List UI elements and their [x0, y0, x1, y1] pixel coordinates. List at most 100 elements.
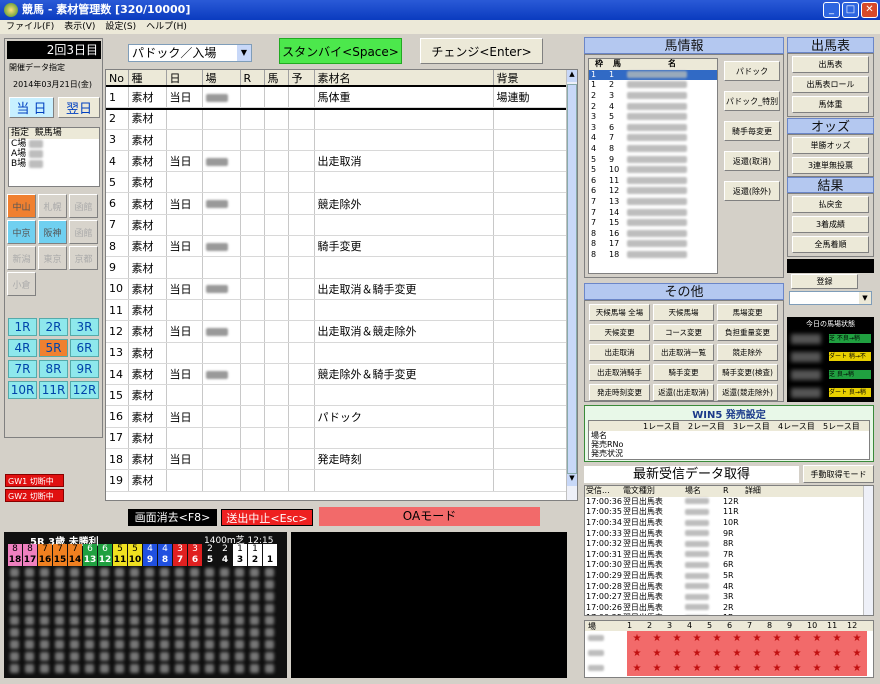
- grid-star-cell[interactable]: ★: [787, 631, 807, 646]
- venue-button[interactable]: 札幌: [38, 194, 67, 218]
- horse-row[interactable]: 59: [589, 154, 717, 165]
- refund-cancel-button[interactable]: 返還(取消): [724, 151, 780, 171]
- entry-roll-button[interactable]: 出馬表ロール: [792, 76, 869, 93]
- scroll-up-icon[interactable]: ▲: [567, 70, 577, 82]
- menu-help[interactable]: ヘルプ(H): [146, 20, 187, 34]
- received-row[interactable]: 17:00:34 翌日出馬表 10R: [585, 518, 863, 529]
- received-row[interactable]: 17:00:30 翌日出馬表 6R: [585, 560, 863, 571]
- grid-star-cell[interactable]: ★: [847, 631, 867, 646]
- table-row[interactable]: 2 素材: [106, 107, 569, 130]
- venue-row[interactable]: A場: [11, 149, 99, 159]
- race-button-6R[interactable]: 6R: [70, 339, 99, 357]
- venue-row[interactable]: C場: [11, 139, 99, 149]
- race-button-5R[interactable]: 5R: [39, 339, 68, 357]
- venue-button[interactable]: 中京: [7, 220, 36, 244]
- column-header[interactable]: No: [106, 70, 129, 87]
- received-row[interactable]: 17:00:32 翌日出馬表 8R: [585, 539, 863, 550]
- horse-row[interactable]: 5 10: [589, 165, 717, 176]
- horse-row[interactable]: 7 15: [589, 218, 717, 229]
- other-button[interactable]: 出走取消一覧: [653, 344, 714, 361]
- mode-dropdown[interactable]: パドック／入場 ▼: [128, 44, 252, 62]
- refund-exclude-button[interactable]: 返還(除外): [724, 181, 780, 201]
- grid-star-cell[interactable]: ★: [647, 646, 667, 661]
- grid-star-cell[interactable]: ★: [727, 631, 747, 646]
- race-button-10R[interactable]: 10R: [8, 381, 37, 399]
- grid-star-cell[interactable]: ★: [647, 661, 667, 676]
- grid-star-cell[interactable]: ★: [847, 661, 867, 676]
- table-row[interactable]: 6 素材 当日 競走除外: [106, 192, 569, 215]
- close-button[interactable]: ✕: [861, 2, 878, 18]
- grid-star-cell[interactable]: ★: [707, 646, 727, 661]
- grid-star-cell[interactable]: ★: [787, 661, 807, 676]
- entry-list-button[interactable]: 出馬表: [792, 56, 869, 73]
- minimize-button[interactable]: _: [823, 2, 840, 18]
- table-row[interactable]: 14 素材 当日 競走除外＆騎手変更: [106, 363, 569, 386]
- jockey-change-button[interactable]: 騎手毎変更: [724, 121, 780, 141]
- table-row[interactable]: 18 素材 当日 発走時刻: [106, 448, 569, 471]
- menu-view[interactable]: 表示(V): [64, 20, 95, 34]
- grid-star-cell[interactable]: ★: [707, 631, 727, 646]
- grid-star-cell[interactable]: ★: [847, 646, 867, 661]
- venue-button[interactable]: 函館: [69, 220, 98, 244]
- grid-star-cell[interactable]: ★: [667, 646, 687, 661]
- horse-row[interactable]: 8 18: [589, 250, 717, 261]
- grid-star-cell[interactable]: ★: [807, 661, 827, 676]
- grid-star-cell[interactable]: ★: [747, 646, 767, 661]
- grid-star-cell[interactable]: ★: [687, 646, 707, 661]
- today-button[interactable]: 当 日: [9, 97, 54, 118]
- grid-star-cell[interactable]: ★: [807, 646, 827, 661]
- venue-row[interactable]: B場: [11, 159, 99, 169]
- column-header[interactable]: 日: [166, 70, 203, 87]
- column-header[interactable]: R: [240, 70, 265, 87]
- table-row[interactable]: 12 素材 当日 出走取消＆競走除外: [106, 320, 569, 343]
- other-button[interactable]: 競走除外: [717, 344, 778, 361]
- scroll-thumb[interactable]: [567, 84, 577, 474]
- table-row[interactable]: 15 素材: [106, 384, 569, 407]
- grid-star-cell[interactable]: ★: [627, 661, 647, 676]
- grid-star-cell[interactable]: ★: [667, 661, 687, 676]
- venue-button[interactable]: 小倉: [7, 272, 36, 296]
- horse-row[interactable]: 35: [589, 112, 717, 123]
- other-button[interactable]: 返還(出走取消): [653, 384, 714, 401]
- other-button[interactable]: 馬場変更: [717, 304, 778, 321]
- grid-star-cell[interactable]: ★: [807, 631, 827, 646]
- scroll-down-icon[interactable]: ▼: [567, 474, 577, 486]
- register-button[interactable]: 登録: [791, 274, 858, 289]
- register-dropdown[interactable]: ▼: [789, 291, 872, 305]
- grid-star-cell[interactable]: ★: [627, 631, 647, 646]
- grid-star-cell[interactable]: ★: [747, 631, 767, 646]
- menu-file[interactable]: ファイル(F): [6, 20, 54, 34]
- received-scrollbar[interactable]: [863, 486, 873, 615]
- race-button-9R[interactable]: 9R: [70, 360, 99, 378]
- horse-weight-button[interactable]: 馬体重: [792, 96, 869, 113]
- table-row[interactable]: 3 素材: [106, 129, 569, 151]
- grid-star-cell[interactable]: ★: [827, 631, 847, 646]
- grid-star-cell[interactable]: ★: [627, 646, 647, 661]
- other-button[interactable]: 天候馬場: [653, 304, 714, 321]
- grid-star-cell[interactable]: ★: [767, 646, 787, 661]
- horse-row[interactable]: 6 11: [589, 176, 717, 187]
- horse-row[interactable]: 47: [589, 133, 717, 144]
- horse-row[interactable]: 36: [589, 123, 717, 134]
- horse-row[interactable]: 24: [589, 101, 717, 112]
- clear-screen-button[interactable]: 画面消去<F8>: [128, 509, 217, 526]
- other-button[interactable]: 騎手変更: [653, 364, 714, 381]
- other-button[interactable]: コース変更: [653, 324, 714, 341]
- venue-button[interactable]: 東京: [38, 246, 67, 270]
- other-button[interactable]: 返還(競走除外): [717, 384, 778, 401]
- grid-star-cell[interactable]: ★: [667, 631, 687, 646]
- column-header[interactable]: 予: [288, 70, 315, 87]
- race-button-3R[interactable]: 3R: [70, 318, 99, 336]
- race-button-7R[interactable]: 7R: [8, 360, 37, 378]
- stop-button[interactable]: 送出中止<Esc>: [221, 509, 313, 526]
- table-row[interactable]: 8 素材 当日 騎手変更: [106, 235, 569, 258]
- table-row[interactable]: 13 素材: [106, 342, 569, 364]
- received-row[interactable]: 17:00:36 翌日出馬表 12R: [585, 497, 863, 508]
- venue-button[interactable]: 中山: [7, 194, 36, 218]
- grid-star-cell[interactable]: ★: [687, 661, 707, 676]
- grid-star-cell[interactable]: ★: [767, 661, 787, 676]
- horse-row[interactable]: 8 17: [589, 239, 717, 250]
- grid-star-cell[interactable]: ★: [727, 661, 747, 676]
- table-row[interactable]: 5 素材: [106, 171, 569, 194]
- other-button[interactable]: 出走取消: [589, 344, 650, 361]
